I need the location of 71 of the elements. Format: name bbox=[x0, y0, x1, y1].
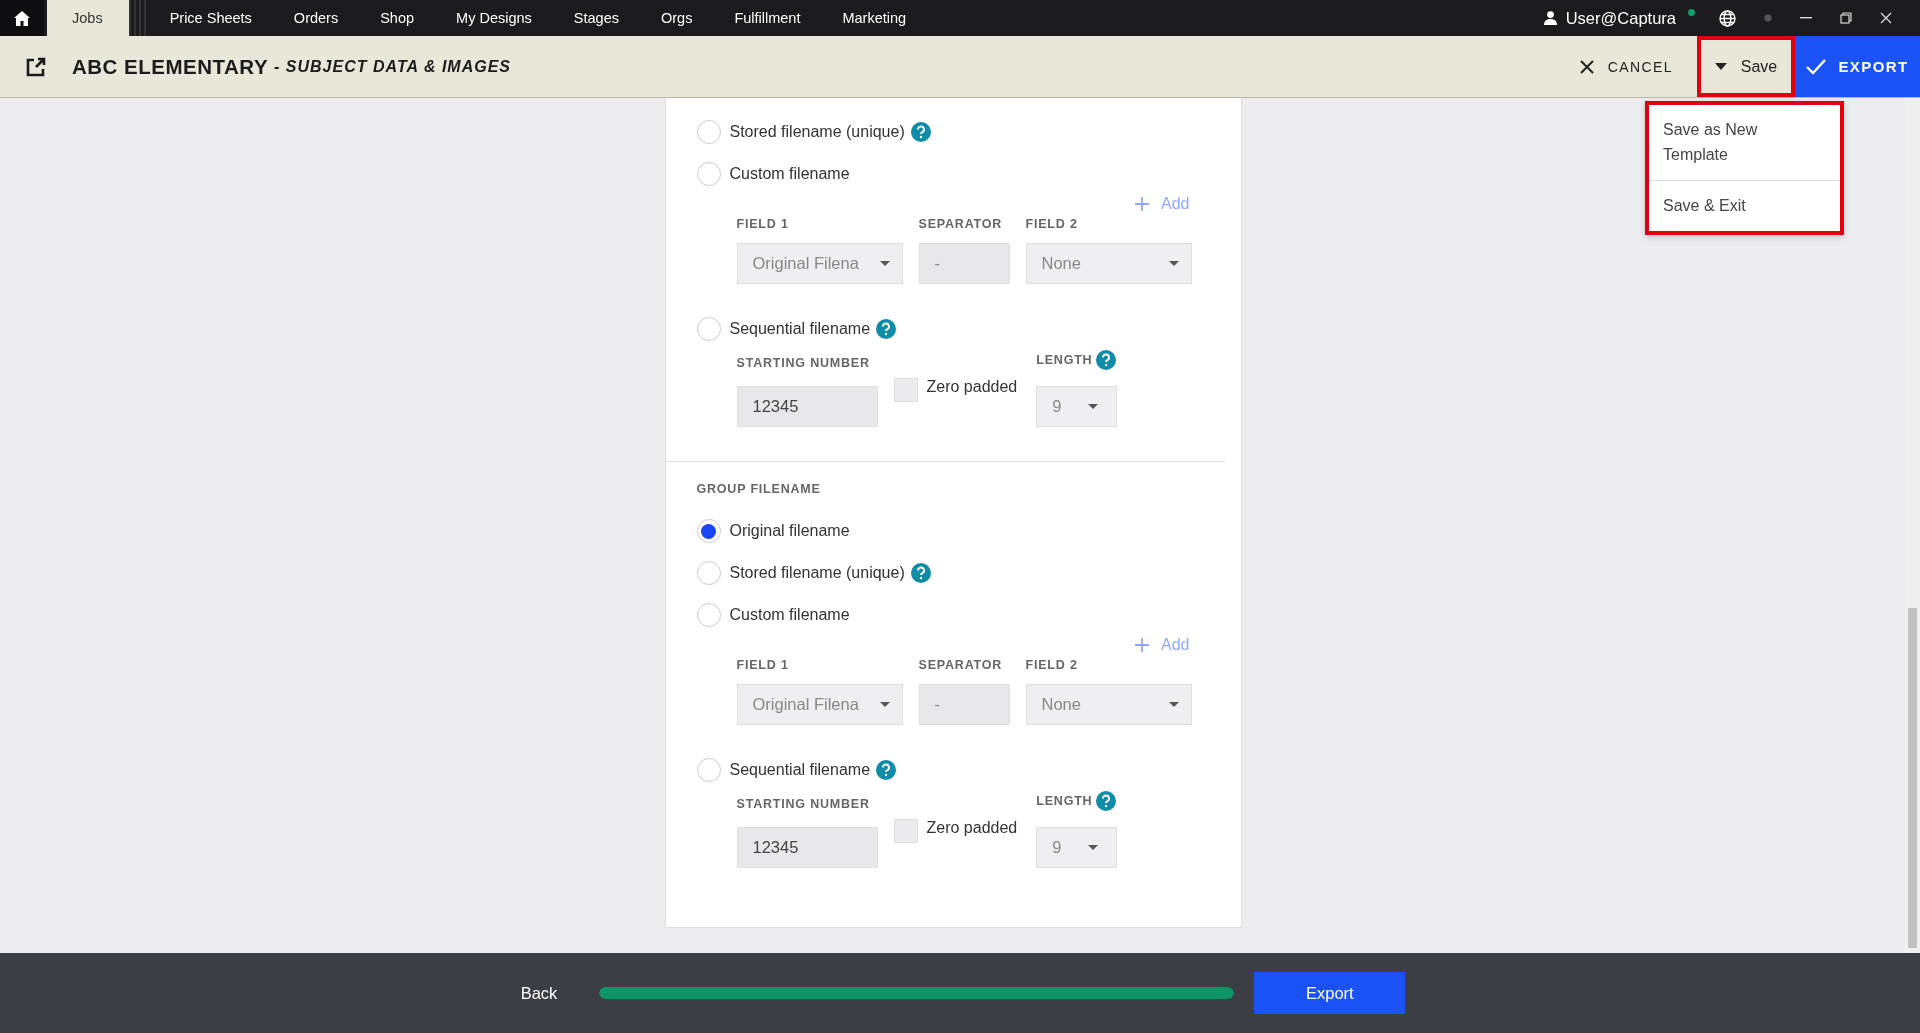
help-icon[interactable] bbox=[1096, 791, 1117, 811]
nav-tab[interactable]: Price Sheets bbox=[148, 0, 273, 36]
page-subtitle: - SUBJECT DATA & IMAGES bbox=[274, 57, 511, 76]
caret-icon bbox=[1088, 845, 1099, 850]
export-button[interactable]: EXPORT bbox=[1795, 36, 1920, 97]
option-label: Stored filename (unique) bbox=[729, 564, 905, 582]
help-icon[interactable] bbox=[876, 319, 897, 339]
option-label: Custom filename bbox=[729, 606, 850, 624]
external-link-icon[interactable] bbox=[26, 56, 46, 77]
option-label: Custom filename bbox=[729, 165, 850, 183]
export-button[interactable]: Export bbox=[1254, 972, 1406, 1014]
user-icon bbox=[1543, 11, 1557, 25]
close-icon[interactable] bbox=[1880, 12, 1892, 24]
nav-tab[interactable]: My Designs bbox=[435, 0, 553, 36]
option-label: Original filename bbox=[729, 522, 850, 540]
field-label: SEPARATOR bbox=[918, 658, 1004, 672]
field-label: STARTING NUMBER bbox=[736, 797, 871, 811]
caret-icon bbox=[1168, 261, 1179, 266]
field-label: LENGTH bbox=[1036, 353, 1093, 367]
plus-icon bbox=[1135, 197, 1150, 211]
field-label: SEPARATOR bbox=[918, 217, 1004, 231]
field-label: LENGTH bbox=[1036, 794, 1093, 808]
home-button[interactable] bbox=[0, 0, 44, 36]
home-icon bbox=[14, 10, 30, 26]
field-label: STARTING NUMBER bbox=[736, 356, 871, 370]
back-button[interactable]: Back bbox=[514, 982, 564, 1004]
minimize-icon[interactable] bbox=[1800, 17, 1812, 19]
cancel-button[interactable]: CANCEL bbox=[1573, 36, 1679, 97]
restore-icon[interactable] bbox=[1840, 12, 1852, 24]
checkbox-label: Zero padded bbox=[926, 819, 1018, 837]
status-dot-icon bbox=[1688, 8, 1695, 16]
menu-item[interactable]: Save & Exit bbox=[1649, 180, 1840, 231]
nav-tab[interactable]: Orders bbox=[272, 0, 360, 36]
option-label: Stored filename (unique) bbox=[729, 123, 905, 141]
dot-icon bbox=[1764, 14, 1772, 22]
help-icon[interactable] bbox=[1096, 350, 1117, 370]
caret-icon bbox=[879, 702, 890, 707]
checkbox-label: Zero padded bbox=[926, 378, 1018, 396]
save-button[interactable]: Save bbox=[1697, 36, 1795, 97]
plus-icon bbox=[1135, 638, 1150, 652]
field-label: FIELD 2 bbox=[1025, 217, 1079, 231]
checkbox[interactable] bbox=[893, 378, 918, 402]
checkbox[interactable] bbox=[893, 819, 918, 843]
caret-icon bbox=[1088, 404, 1099, 409]
starting-number-field[interactable]: 12345 bbox=[736, 386, 878, 427]
option-label: Sequential filename bbox=[729, 761, 871, 779]
check-icon bbox=[1806, 58, 1827, 75]
menu-item[interactable]: Save as New Template bbox=[1649, 105, 1807, 180]
nav-tab[interactable]: Stages bbox=[552, 0, 640, 36]
nav-tab[interactable]: Shop bbox=[359, 0, 436, 36]
nav-tab[interactable]: Orgs bbox=[639, 0, 714, 36]
nav-tab[interactable]: Fulfillment bbox=[713, 0, 822, 36]
caret-icon bbox=[879, 261, 890, 266]
help-icon[interactable] bbox=[876, 760, 897, 780]
option-label: Sequential filename bbox=[729, 320, 871, 338]
help-icon[interactable] bbox=[910, 563, 931, 583]
nav-tab[interactable]: Marketing bbox=[821, 0, 928, 36]
section-heading: GROUP FILENAME bbox=[696, 482, 822, 496]
page-title: ABC ELEMENTARY bbox=[72, 54, 269, 79]
tab-separator bbox=[128, 0, 149, 36]
caret-icon bbox=[1714, 63, 1727, 70]
nav-tab[interactable]: Jobs bbox=[47, 0, 129, 36]
field-label: FIELD 1 bbox=[736, 658, 790, 672]
starting-number-field[interactable]: 12345 bbox=[736, 827, 878, 868]
help-icon[interactable] bbox=[910, 122, 931, 142]
globe-icon[interactable] bbox=[1719, 9, 1736, 27]
caret-icon bbox=[1168, 702, 1179, 707]
close-icon bbox=[1579, 59, 1594, 74]
user-menu[interactable]: User@Captura bbox=[1543, 8, 1676, 28]
field-label: FIELD 1 bbox=[736, 217, 790, 231]
field-label: FIELD 2 bbox=[1025, 658, 1079, 672]
